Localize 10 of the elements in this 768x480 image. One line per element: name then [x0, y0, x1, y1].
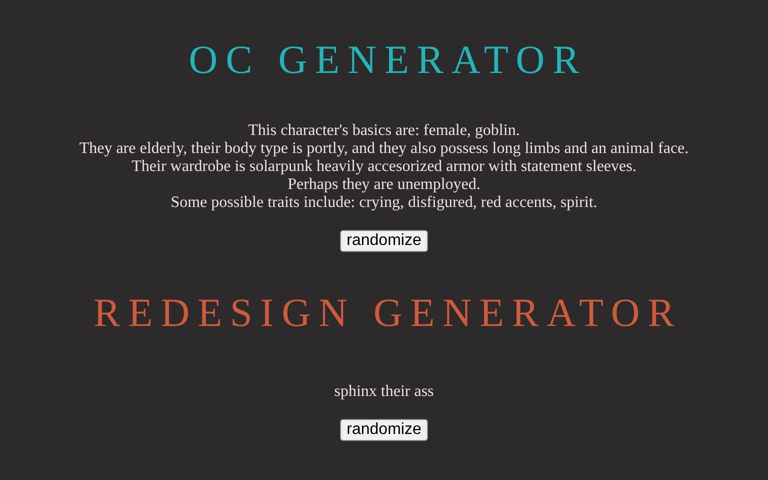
- description-text: This character's basics are: female, goblin.: [248, 122, 520, 140]
- section-title: OC GENERATOR: [188, 37, 588, 83]
- description-text: Their wardrobe is solarpunk heavily accesorized armor with statement sleeves.: [132, 158, 636, 176]
- section-title: REDESIGN GENERATOR: [92, 290, 682, 336]
- randomize-button[interactable]: randomize: [340, 230, 428, 252]
- description-text: They are elderly, their body type is portly, and they also possess long limbs and an animal face.: [79, 140, 689, 158]
- description-text: sphinx their ass: [334, 383, 434, 401]
- description-text: Perhaps they are unemployed.: [288, 176, 480, 194]
- description-text: Some possible traits include: crying, disfigured, red accents, spirit.: [170, 194, 598, 212]
- randomize-button[interactable]: randomize: [340, 419, 428, 441]
